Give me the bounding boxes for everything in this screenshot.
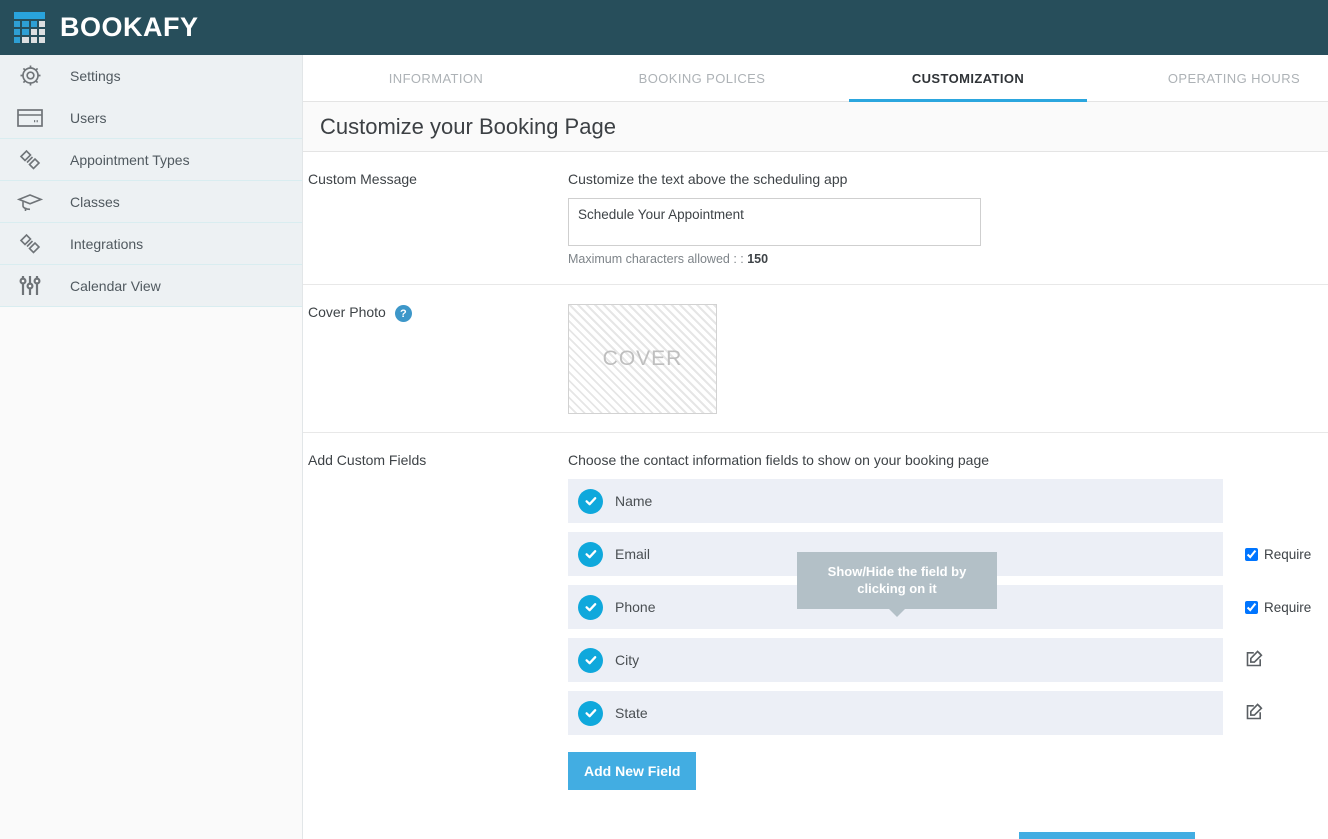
link-icon <box>12 231 48 257</box>
custom-fields-row: Add Custom Fields Choose the contact inf… <box>303 433 1328 808</box>
sidebar-item-label: Appointment Types <box>70 151 190 168</box>
gear-icon <box>12 63 48 88</box>
custom-field-row: City <box>568 638 1328 682</box>
custom-field-row: Name <box>568 479 1328 523</box>
require-label: Require <box>1264 546 1312 562</box>
custom-field-name: City <box>615 652 640 668</box>
page-title-bar: Customize your Booking Page <box>303 102 1328 152</box>
calendar-grid-icon <box>14 12 45 43</box>
max-characters-hint: Maximum characters allowed : : 150 <box>568 252 1328 266</box>
update-information-button[interactable]: Update Information <box>1019 832 1195 839</box>
custom-fields-helper: Choose the contact information fields to… <box>568 452 990 468</box>
sidebar-item-label: Settings <box>70 67 121 84</box>
tab-bar: INFORMATION BOOKING POLICES CUSTOMIZATIO… <box>303 55 1328 102</box>
sidebar-item-users[interactable]: Users <box>0 97 302 139</box>
custom-field-actions <box>1245 649 1328 671</box>
tab-operating-hours[interactable]: OPERATING HOURS <box>1101 55 1328 101</box>
custom-field-toggle-state[interactable]: State <box>568 691 1223 735</box>
sidebar-item-settings[interactable]: Settings <box>0 55 302 97</box>
sidebar-item-calendar-view[interactable]: Calendar View <box>0 265 302 307</box>
sidebar: Settings Users Appointment Types Classes… <box>0 55 303 839</box>
cover-photo-label: Cover Photo ? <box>303 304 568 432</box>
custom-field-toggle-name[interactable]: Name <box>568 479 1223 523</box>
footer-actions: Update Information <box>303 808 1328 839</box>
sliders-icon <box>12 273 48 299</box>
custom-message-label: Custom Message <box>308 171 417 187</box>
main-content: INFORMATION BOOKING POLICES CUSTOMIZATIO… <box>303 55 1328 839</box>
check-circle-icon <box>578 594 603 620</box>
cover-photo-uploader[interactable]: COVER <box>568 304 717 414</box>
sidebar-item-classes[interactable]: Classes <box>0 181 302 223</box>
cover-photo-label-text: Cover Photo <box>308 304 386 320</box>
tab-customization[interactable]: CUSTOMIZATION <box>835 55 1101 102</box>
require-label: Require <box>1264 599 1312 615</box>
link-icon <box>12 147 48 173</box>
check-circle-icon <box>578 488 603 514</box>
check-circle-icon <box>578 700 603 726</box>
check-circle-icon <box>578 541 603 567</box>
sidebar-item-label: Calendar View <box>70 277 161 294</box>
check-circle-icon <box>578 647 603 673</box>
custom-field-name: Name <box>615 493 653 509</box>
custom-message-helper: Customize the text above the scheduling … <box>568 171 848 187</box>
custom-message-input[interactable] <box>568 198 981 246</box>
custom-field-name: State <box>615 705 648 721</box>
cover-photo-placeholder-text: COVER <box>602 347 683 370</box>
app-header: BOOKAFY <box>0 0 1328 55</box>
require-checkbox-phone[interactable] <box>1245 600 1258 614</box>
tab-information[interactable]: INFORMATION <box>303 55 569 101</box>
custom-field-row: Show/Hide the field by clicking on it Ph… <box>568 552 1328 629</box>
custom-field-actions: Require <box>1245 547 1328 562</box>
sidebar-item-label: Integrations <box>70 235 144 252</box>
sidebar-item-integrations[interactable]: Integrations <box>0 223 302 265</box>
custom-field-name: Email <box>615 546 651 562</box>
tab-booking-polices[interactable]: BOOKING POLICES <box>569 55 835 101</box>
custom-field-name: Phone <box>615 599 656 615</box>
brand-name: BOOKAFY <box>60 12 199 42</box>
custom-message-row: Custom Message Customize the text above … <box>303 152 1328 285</box>
max-characters-prefix: Maximum characters allowed : : <box>568 252 748 266</box>
field-tooltip: Show/Hide the field by clicking on it <box>797 552 997 617</box>
require-checkbox-email[interactable] <box>1245 547 1258 561</box>
credit-card-icon <box>12 108 48 128</box>
max-characters-value: 150 <box>747 252 769 266</box>
custom-field-actions <box>1245 702 1328 724</box>
sidebar-item-appointment-types[interactable]: Appointment Types <box>0 139 302 181</box>
page-title: Customize your Booking Page <box>320 113 616 139</box>
custom-field-row: State <box>568 691 1328 735</box>
custom-field-actions: Require <box>1245 600 1328 615</box>
edit-icon[interactable] <box>1245 702 1264 724</box>
graduation-cap-icon <box>12 191 48 213</box>
question-mark-icon[interactable]: ? <box>394 305 412 322</box>
sidebar-item-label: Classes <box>70 193 120 210</box>
cover-photo-row: Cover Photo ? COVER <box>303 285 1328 433</box>
add-new-field-button[interactable]: Add New Field <box>568 752 697 790</box>
edit-icon[interactable] <box>1245 649 1264 671</box>
app-body: Settings Users Appointment Types Classes… <box>0 55 1328 839</box>
custom-field-toggle-city[interactable]: City <box>568 638 1223 682</box>
custom-fields-label: Add Custom Fields <box>308 452 427 468</box>
sidebar-item-label: Users <box>70 109 107 126</box>
